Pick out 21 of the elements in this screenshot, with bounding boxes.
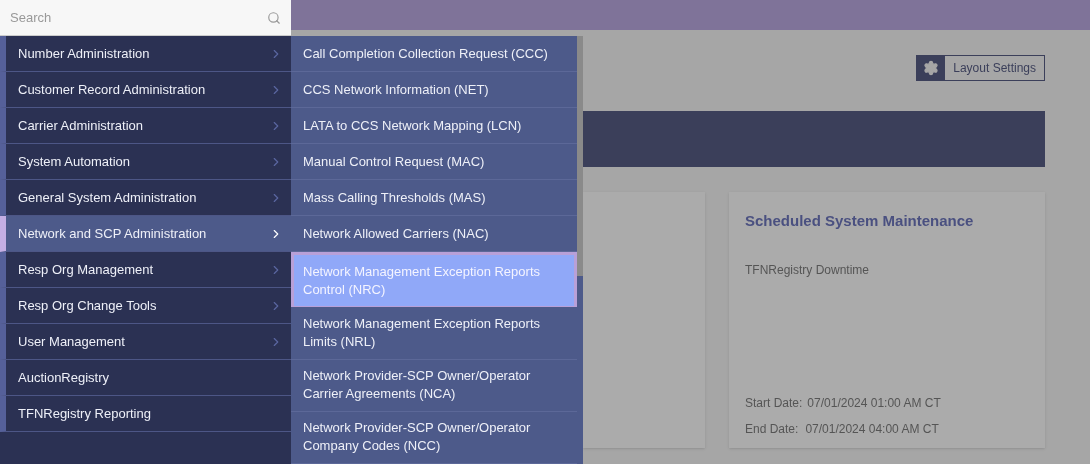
menu-item[interactable]: Resp Org Management: [0, 252, 291, 288]
menu-item[interactable]: Network and SCP Administration: [0, 216, 291, 252]
end-date-value: 07/01/2024 04:00 AM CT: [805, 421, 939, 438]
menu-item[interactable]: Customer Record Administration: [0, 72, 291, 108]
card-title: Scheduled System Maintenance: [745, 211, 975, 231]
menu-item[interactable]: Resp Org Change Tools: [0, 288, 291, 324]
card-description: TFNRegistry Downtime: [745, 261, 871, 279]
menu-item[interactable]: General System Administration: [0, 180, 291, 216]
menu-item[interactable]: User Management: [0, 324, 291, 360]
menu-item[interactable]: AuctionRegistry: [0, 360, 291, 396]
gear-icon: [923, 60, 940, 76]
menu-item[interactable]: System Automation: [0, 144, 291, 180]
menu-item[interactable]: TFNRegistry Reporting: [0, 396, 291, 432]
end-date-label: End Date:: [745, 421, 799, 438]
start-date-label: Start Date:: [745, 395, 803, 412]
search-icon: [267, 11, 281, 25]
menu-item[interactable]: Carrier Administration: [0, 108, 291, 144]
menu-item[interactable]: Number Administration: [0, 36, 291, 72]
layout-settings-button[interactable]: Layout Settings: [916, 55, 1045, 81]
search-field[interactable]: Search: [0, 0, 291, 36]
start-date-value: 07/01/2024 01:00 AM CT: [807, 395, 941, 412]
